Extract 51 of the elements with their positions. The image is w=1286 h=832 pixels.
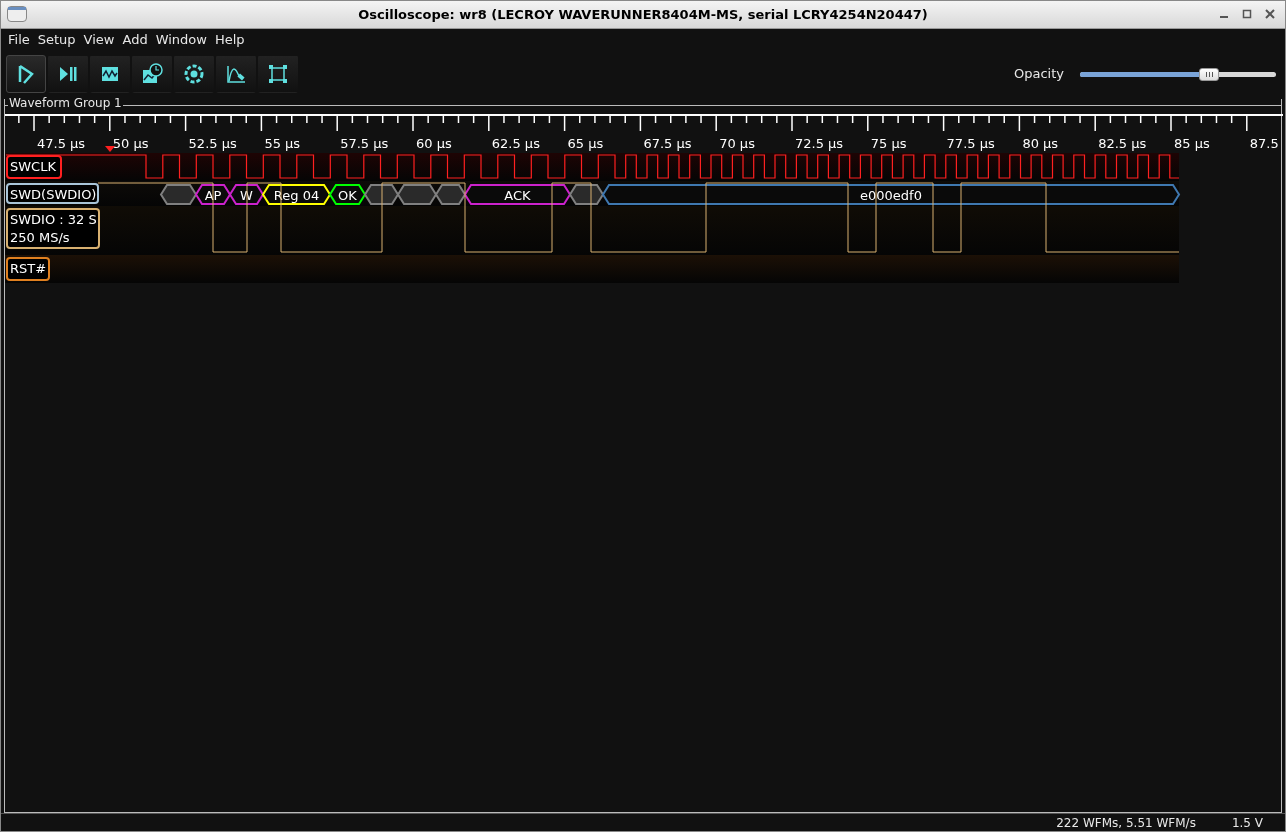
time-label: 72.5 µs [795,136,844,151]
time-label: 65 µs [567,136,604,151]
time-label: 57.5 µs [340,136,389,151]
fit-icon [267,63,289,85]
time-label: 70 µs [719,136,755,151]
gear-icon [183,63,205,85]
time-label: 50 µs [112,136,149,151]
toolbar-button[interactable] [90,55,130,93]
time-label: 52.5 µs [188,136,237,151]
toolbar-button[interactable] [6,55,46,93]
clock-chart-icon [141,63,163,85]
decoded-packet: ACK [463,184,572,205]
group-title: Waveform Group 1 [8,97,123,109]
minimize-icon [1220,16,1228,18]
time-label: 47.5 µs [37,136,86,151]
time-label: 67.5 µs [643,136,692,151]
channel-label[interactable]: SWCLK [6,155,62,179]
waveform-rate: 222 WFMs, 5.51 WFM/s [1056,814,1196,832]
menu-item[interactable]: Setup [33,28,80,52]
time-label: 85 µs [1174,136,1210,151]
voltage-readout: 1.5 V [1231,814,1263,832]
menu-item[interactable]: Help [210,28,249,52]
channel-label[interactable]: RST# [6,257,50,281]
window-title: Oscilloscope: wr8 (LECROY WAVERUNNER8404M-MS, serial LCRY4254N20447) [358,5,928,24]
close-icon [1265,9,1275,19]
toolbar-button[interactable] [258,55,298,93]
toolbar-button[interactable] [48,55,88,93]
curve-icon [225,63,247,85]
time-label: 80 µs [1022,136,1059,151]
slider-thumb[interactable] [1199,67,1220,81]
channel-label[interactable]: SWD(SWDIO) [6,183,99,204]
time-label: 55 µs [264,136,301,151]
menu-item[interactable]: File [4,28,34,52]
toolbar-button[interactable] [216,55,256,93]
time-label: 77.5 µs [946,136,995,151]
time-label: 87.5 [1249,136,1279,151]
time-label: 60 µs [416,136,452,151]
maximize-icon [1242,9,1252,19]
menu-item[interactable]: Add [118,28,152,52]
window-menu-icon[interactable] [7,6,27,22]
time-label: 82.5 µs [1098,136,1147,151]
opacity-label: Opacity [1014,65,1064,84]
decoded-packet: e000edf0 [601,184,1181,205]
time-label: 62.5 µs [491,136,540,151]
channel-label[interactable]: SWDIO : 32 S 250 MS/s [6,208,100,249]
menu-item[interactable]: View [79,28,119,52]
time-label: 75 µs [870,136,907,151]
opacity-slider[interactable] [1080,67,1276,81]
toolbar-button[interactable] [174,55,214,93]
toolbar-button[interactable] [132,55,172,93]
menu-item[interactable]: Window [151,28,211,52]
